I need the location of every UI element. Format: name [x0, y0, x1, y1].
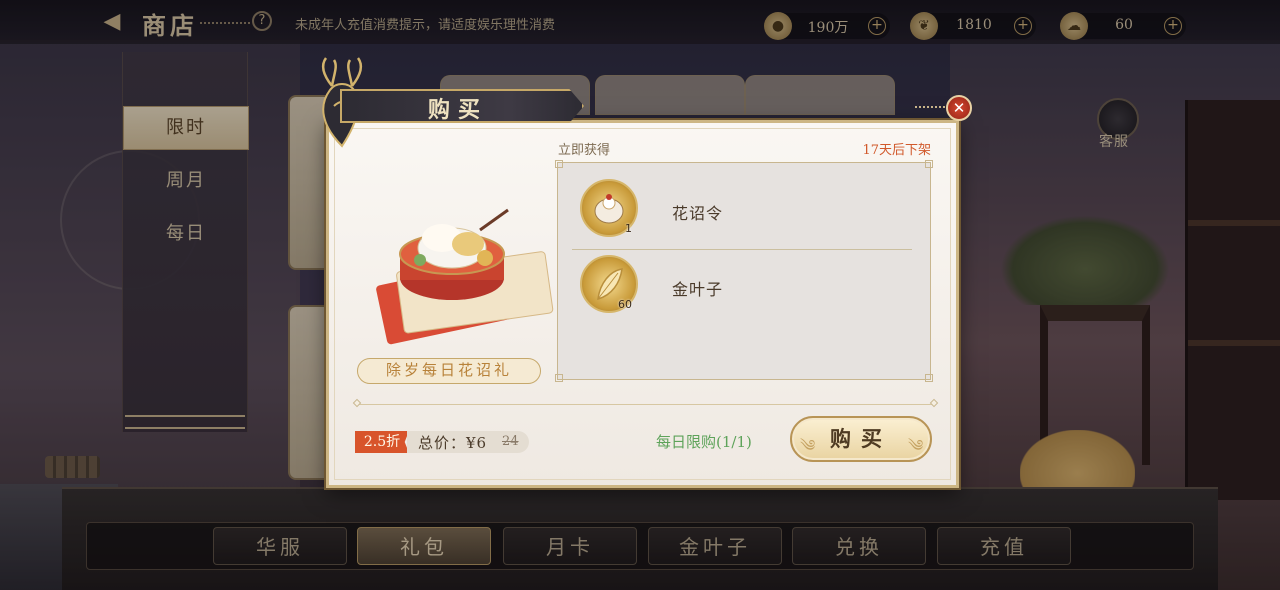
original-price: 24	[502, 434, 519, 449]
reward-item[interactable]: 60 金叶子	[558, 239, 932, 317]
item-name: 花诏令	[672, 204, 724, 223]
gold-leaf-icon: 60	[580, 255, 638, 313]
total-price: 总价：¥6	[418, 434, 488, 452]
close-button[interactable]: ✕	[946, 95, 972, 121]
flower-token-graphic	[594, 194, 624, 224]
item-count: 1	[625, 222, 632, 235]
gift-pack-name: 除岁每日花诏礼	[357, 358, 541, 384]
discount-badge: 2.5折	[355, 431, 409, 453]
box-corner-ornament	[925, 374, 933, 382]
reward-items-box: 1 花诏令 60 金叶子	[555, 160, 933, 382]
item-name: 金叶子	[672, 280, 724, 299]
reward-item[interactable]: 1 花诏令	[558, 163, 932, 241]
expire-countdown: 17天后下架	[862, 143, 931, 158]
immediate-receive-label: 立即获得	[558, 143, 611, 158]
swirl-ornament-icon: ༄	[800, 436, 816, 455]
item-count: 60	[618, 298, 632, 311]
close-divider	[915, 106, 945, 108]
box-corner-ornament	[555, 374, 563, 382]
dialog-title: 购买	[428, 97, 489, 123]
swirl-ornament-icon: ༄	[908, 436, 924, 455]
daily-purchase-limit: 每日限购(1/1)	[656, 433, 752, 451]
flower-token-icon: 1	[580, 179, 638, 237]
dialog-separator	[357, 404, 935, 405]
gift-pack-illustration	[376, 208, 554, 345]
